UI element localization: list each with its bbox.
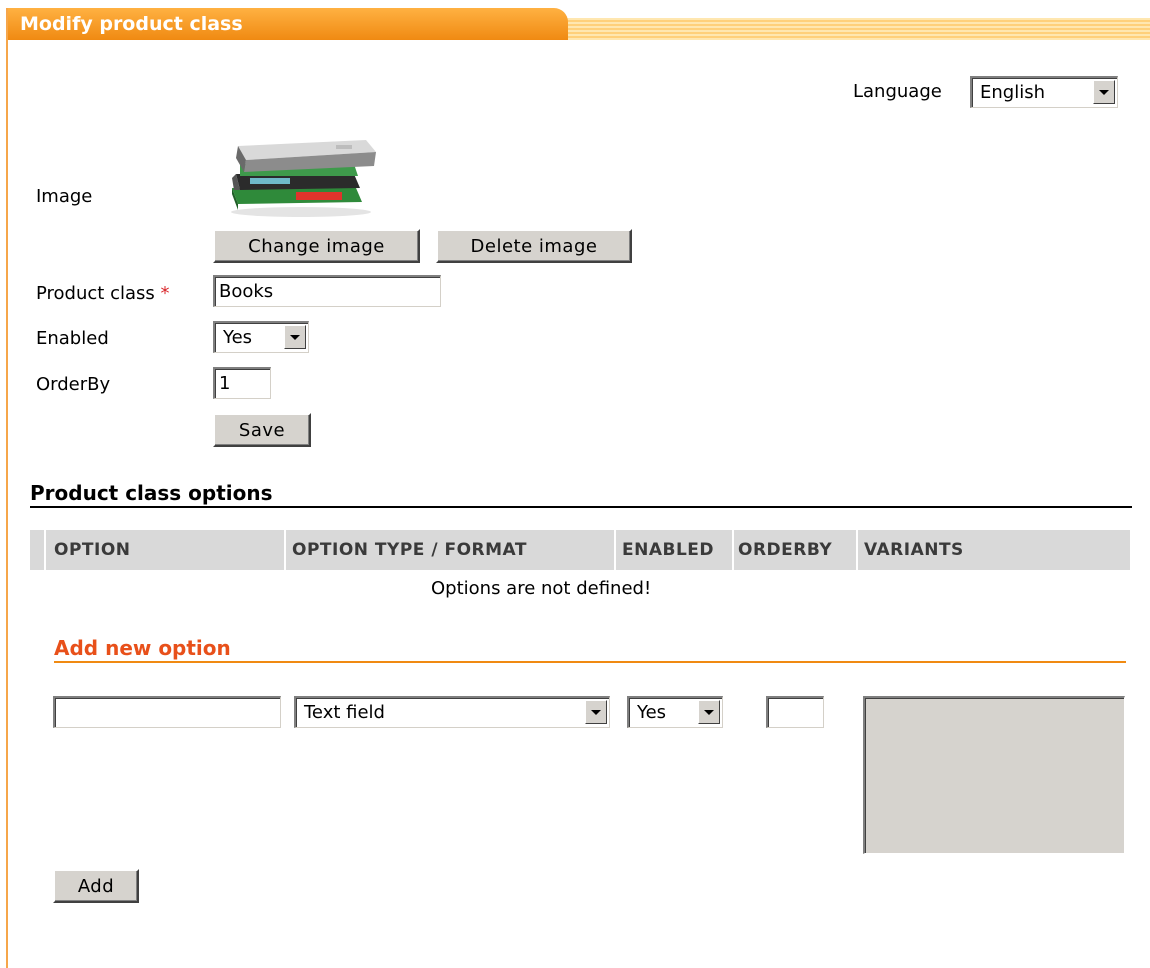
language-selected-value: English: [980, 82, 1045, 103]
change-image-button[interactable]: Change image: [213, 229, 420, 263]
column-header-variants: VARIANTS: [864, 540, 964, 560]
panel-tab: Modify product class: [8, 8, 568, 40]
new-option-name-input[interactable]: [53, 696, 281, 728]
new-option-orderby-input[interactable]: [766, 696, 824, 728]
language-select[interactable]: English: [970, 76, 1118, 108]
save-button[interactable]: Save: [213, 413, 311, 447]
product-class-label-text: Product class: [36, 283, 155, 304]
add-option-button[interactable]: Add: [53, 869, 139, 903]
column-header-option-type: OPTION TYPE / FORMAT: [292, 540, 527, 560]
add-option-divider: [54, 661, 1126, 663]
column-separator: [284, 530, 286, 570]
column-separator: [44, 530, 46, 570]
column-header-enabled: ENABLED: [622, 540, 715, 560]
product-class-label: Product class *: [36, 283, 169, 304]
product-class-input[interactable]: Books: [213, 275, 441, 307]
column-separator: [614, 530, 616, 570]
chevron-down-icon[interactable]: [698, 700, 720, 724]
product-class-options-title: Product class options: [30, 481, 273, 505]
delete-image-button[interactable]: Delete image: [436, 229, 632, 263]
language-label: Language: [853, 81, 942, 102]
section-divider: [30, 506, 1132, 508]
header-stripe: [548, 18, 1150, 40]
new-option-enabled-select[interactable]: Yes: [627, 696, 723, 728]
add-new-option-title: Add new option: [54, 636, 231, 660]
chevron-down-icon[interactable]: [1093, 80, 1115, 104]
required-asterisk: *: [160, 283, 170, 304]
column-header-orderby: ORDERBY: [738, 540, 833, 560]
new-option-variants-textarea[interactable]: [863, 696, 1125, 854]
column-separator: [732, 530, 734, 570]
enabled-selected-value: Yes: [223, 327, 253, 348]
enabled-label: Enabled: [36, 328, 109, 349]
new-option-type-select[interactable]: Text field: [294, 696, 610, 728]
panel-title: Modify product class: [20, 13, 243, 35]
orderby-label: OrderBy: [36, 374, 111, 395]
chevron-down-icon[interactable]: [585, 700, 607, 724]
column-header-option: OPTION: [54, 540, 131, 560]
column-separator: [856, 530, 858, 570]
panel-header: Modify product class: [8, 8, 1150, 40]
orderby-input[interactable]: 1: [213, 367, 271, 399]
options-table-header: OPTION OPTION TYPE / FORMAT ENABLED ORDE…: [30, 530, 1130, 570]
image-label: Image: [36, 186, 93, 207]
product-class-image: [231, 140, 376, 217]
chevron-down-icon[interactable]: [284, 325, 306, 349]
empty-options-message: Options are not defined!: [431, 578, 652, 599]
new-option-enabled-value: Yes: [637, 702, 667, 723]
new-option-type-value: Text field: [304, 702, 385, 723]
enabled-select[interactable]: Yes: [213, 321, 309, 353]
